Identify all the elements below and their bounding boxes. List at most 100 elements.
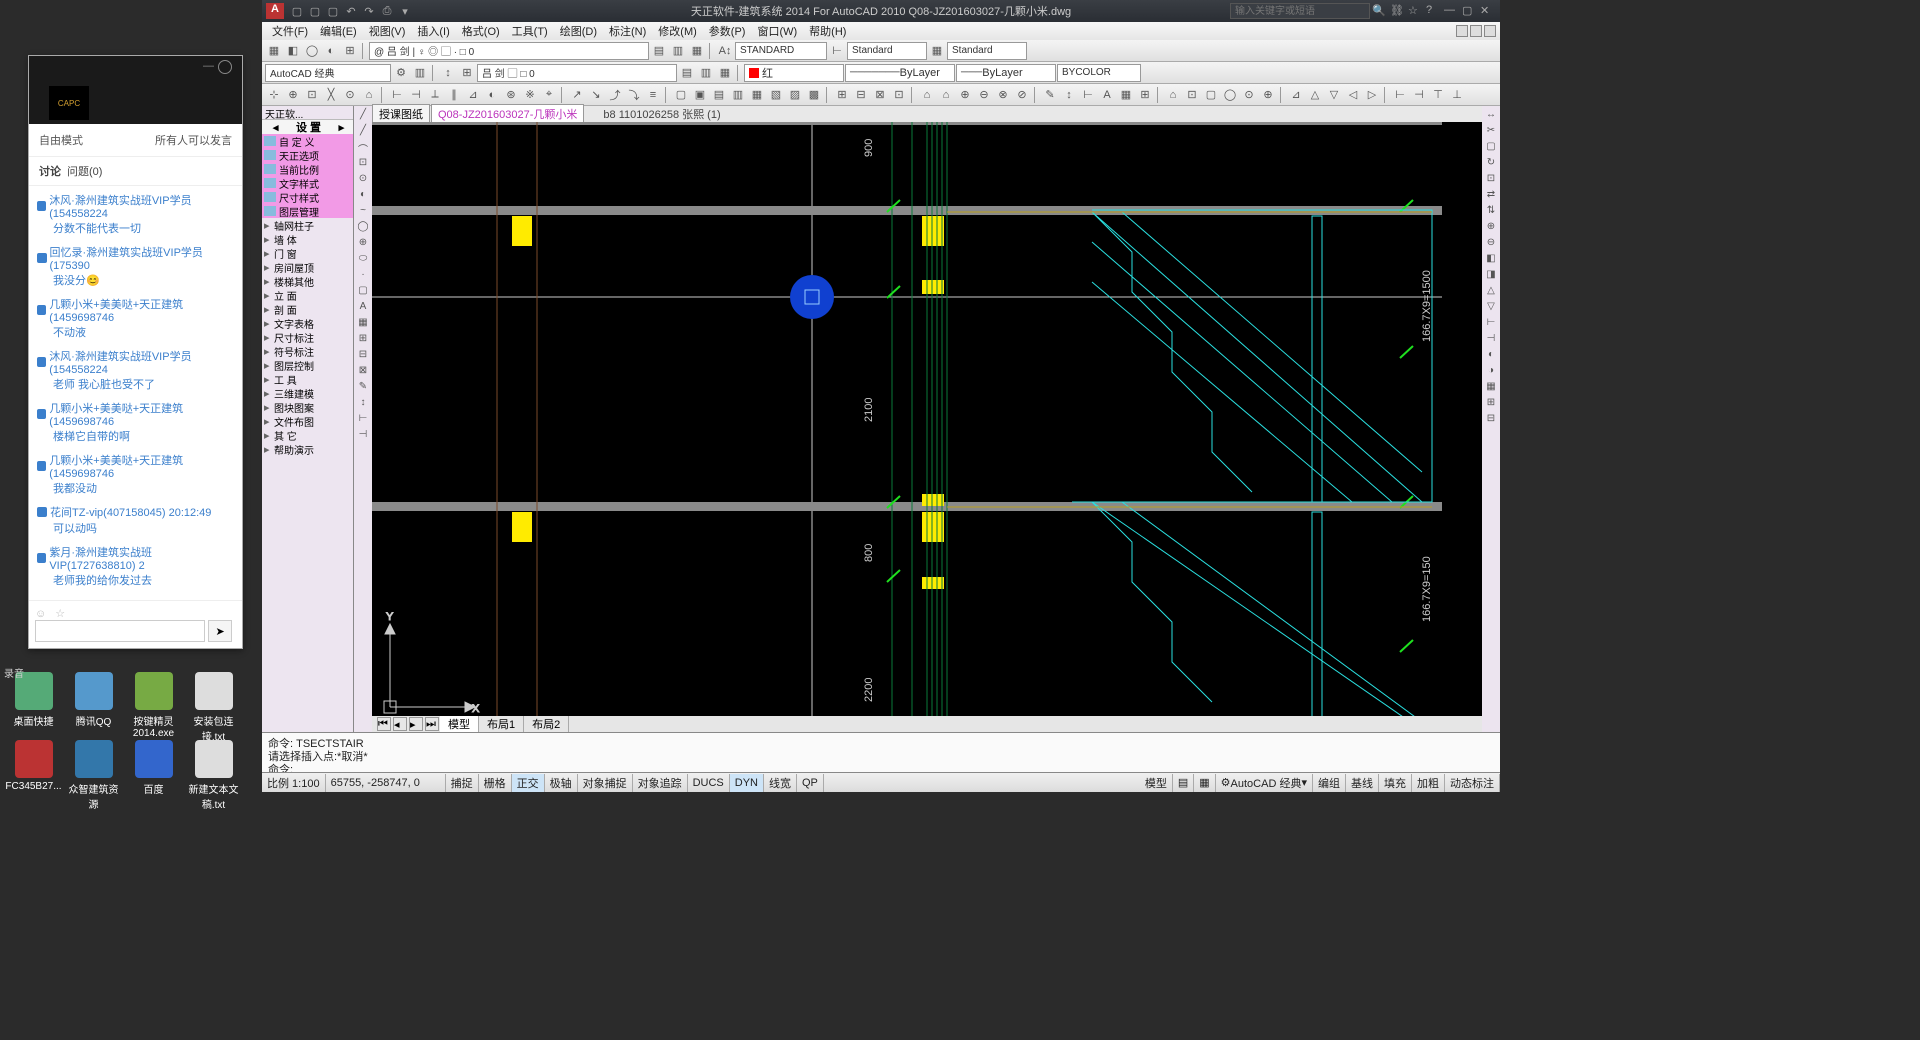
toolbar-icon[interactable]: ▦	[748, 86, 766, 104]
toolbar-icon[interactable]: ⊡	[890, 86, 908, 104]
desktop-icon[interactable]: 新建文本文稿.txt	[186, 740, 241, 811]
qat-new-icon[interactable]: ▢	[289, 3, 305, 19]
table-icon[interactable]: ▦	[928, 42, 946, 60]
color-dropdown[interactable]: 红	[744, 64, 844, 82]
toolbar-icon[interactable]: ⤴	[606, 86, 624, 104]
toolbar-icon[interactable]: ▽	[1325, 86, 1343, 104]
desktop-icon[interactable]: 安装包连接.txt	[186, 672, 241, 743]
palette-item[interactable]: 文字样式	[262, 176, 353, 190]
tab-discuss[interactable]: 讨论	[39, 163, 61, 179]
palette-category[interactable]: ▸ 其 它	[262, 428, 353, 442]
palette-category[interactable]: ▸ 工 具	[262, 372, 353, 386]
toolbar-icon[interactable]: ▦	[1117, 86, 1135, 104]
draw-tool-icon[interactable]: ~	[356, 205, 370, 219]
draw-tool-icon[interactable]: ╱	[356, 109, 370, 123]
palette-category[interactable]: ▸ 楼梯其他	[262, 274, 353, 288]
draw-tool-icon[interactable]: A	[356, 301, 370, 315]
modify-tool-icon[interactable]: ⊣	[1484, 333, 1498, 347]
draw-tool-icon[interactable]: ·	[356, 269, 370, 283]
status-toggle[interactable]: DYN	[730, 774, 764, 792]
palette-category[interactable]: ▸ 文字表格	[262, 316, 353, 330]
toolbar-icon[interactable]: ▢	[1202, 86, 1220, 104]
model-tab[interactable]: 模型	[440, 716, 479, 732]
qat-more-icon[interactable]: ▾	[397, 3, 413, 19]
tool-icon[interactable]: ◧	[284, 42, 302, 60]
draw-tool-icon[interactable]: ⊞	[356, 333, 370, 347]
modify-tool-icon[interactable]: ✂	[1484, 125, 1498, 139]
status-toggle[interactable]: 对象追踪	[633, 774, 688, 792]
palette-category[interactable]: ▸ 符号标注	[262, 344, 353, 358]
toolbar-icon[interactable]: ∥	[445, 86, 463, 104]
chat-input[interactable]	[35, 620, 205, 642]
draw-tool-icon[interactable]: ╱	[356, 125, 370, 139]
qat-open-icon[interactable]: ▢	[307, 3, 323, 19]
desktop-icon[interactable]: 按键精灵2014.exe	[126, 672, 181, 739]
toolbar-icon[interactable]: ⊿	[464, 86, 482, 104]
palette-item[interactable]: 尺寸样式	[262, 190, 353, 204]
modify-tool-icon[interactable]: ▽	[1484, 301, 1498, 315]
palette-category[interactable]: ▸ 剖 面	[262, 302, 353, 316]
qat-undo-icon[interactable]: ↶	[343, 3, 359, 19]
palette-category[interactable]: ▸ 文件布图	[262, 414, 353, 428]
modify-tool-icon[interactable]: ◑	[1484, 365, 1498, 379]
draw-tool-icon[interactable]: ▢	[356, 285, 370, 299]
toolbar-icon[interactable]: ⌖	[540, 86, 558, 104]
status-toggle[interactable]: 填充	[1379, 774, 1412, 792]
palette-header[interactable]: ◂设 置▸	[262, 120, 353, 134]
emoji-icon[interactable]: ☺	[35, 608, 46, 620]
toolbar-icon[interactable]: ※	[521, 86, 539, 104]
desktop-icon[interactable]: 众智建筑资源	[66, 740, 121, 811]
tab-nav-last-icon[interactable]: ⏭	[425, 717, 439, 731]
menu-window[interactable]: 窗口(W)	[753, 23, 801, 39]
layer-icon[interactable]: ▥	[669, 42, 687, 60]
toolbar-icon[interactable]: ✎	[1041, 86, 1059, 104]
palette-category[interactable]: ▸ 轴网柱子	[262, 218, 353, 232]
draw-tool-icon[interactable]: ◐	[356, 189, 370, 203]
palette-category[interactable]: ▸ 门 窗	[262, 246, 353, 260]
toolbar-icon[interactable]: ⊗	[994, 86, 1012, 104]
toolbar-icon[interactable]: ⊙	[341, 86, 359, 104]
star-icon[interactable]: ☆	[1408, 4, 1424, 18]
chat-message-list[interactable]: 沐风·滁州建筑实战班VIP学员(154558224分数不能代表一切回忆录·滁州建…	[29, 186, 242, 596]
menu-file[interactable]: 文件(F)	[268, 23, 312, 39]
layer-icon[interactable]: ▦	[688, 42, 706, 60]
modify-tool-icon[interactable]: ▦	[1484, 381, 1498, 395]
layer-icon[interactable]: ▤	[650, 42, 668, 60]
modify-tool-icon[interactable]: ⊡	[1484, 173, 1498, 187]
palette-category[interactable]: ▸ 房间屋顶	[262, 260, 353, 274]
toolbar-icon[interactable]: ▢	[672, 86, 690, 104]
toolbar-icon[interactable]: △	[1306, 86, 1324, 104]
toolbar-icon[interactable]: ⟂	[426, 86, 444, 104]
toolbar-icon[interactable]: ↕	[1060, 86, 1078, 104]
palette-item[interactable]: 天正选项	[262, 148, 353, 162]
modify-tool-icon[interactable]: ◨	[1484, 269, 1498, 283]
toolbar-icon[interactable]: ⊿	[1287, 86, 1305, 104]
toolbar-icon[interactable]: ⊤	[1429, 86, 1447, 104]
palette-category[interactable]: ▸ 三维建模	[262, 386, 353, 400]
draw-tool-icon[interactable]: ⌒	[356, 141, 370, 155]
win-min-icon[interactable]: —	[1444, 4, 1460, 18]
draw-tool-icon[interactable]: ↕	[356, 397, 370, 411]
toolbar-icon[interactable]: ⊣	[1410, 86, 1428, 104]
palette-category[interactable]: ▸ 尺寸标注	[262, 330, 353, 344]
menu-edit[interactable]: 编辑(E)	[316, 23, 361, 39]
command-line[interactable]: 命令: TSECTSTAIR 请选择插入点:*取消* 命令:	[262, 732, 1500, 772]
draw-tool-icon[interactable]: ⬭	[356, 253, 370, 267]
tool-icon[interactable]: ◯	[303, 42, 321, 60]
modify-tool-icon[interactable]: ⊢	[1484, 317, 1498, 331]
minimize-icon[interactable]: —	[203, 60, 214, 72]
win-max-icon[interactable]: ▢	[1462, 4, 1478, 18]
draw-tool-icon[interactable]: ⊕	[356, 237, 370, 251]
modify-tool-icon[interactable]: ⇅	[1484, 205, 1498, 219]
toolbar-icon[interactable]: ▤	[710, 86, 728, 104]
modify-tool-icon[interactable]: ↔	[1484, 109, 1498, 123]
toolbar-icon[interactable]: ⊖	[975, 86, 993, 104]
workspace-status[interactable]: ⚙AutoCAD 经典 ▾	[1216, 774, 1313, 792]
status-toggle[interactable]: 极轴	[545, 774, 578, 792]
toolbar-icon[interactable]: ◯	[1221, 86, 1239, 104]
toolbar-icon[interactable]: ⊞	[833, 86, 851, 104]
status-toggle[interactable]: 栅格	[479, 774, 512, 792]
tool-icon[interactable]: ◐	[322, 42, 340, 60]
toolbar-icon[interactable]: ↗	[568, 86, 586, 104]
menu-view[interactable]: 视图(V)	[365, 23, 410, 39]
